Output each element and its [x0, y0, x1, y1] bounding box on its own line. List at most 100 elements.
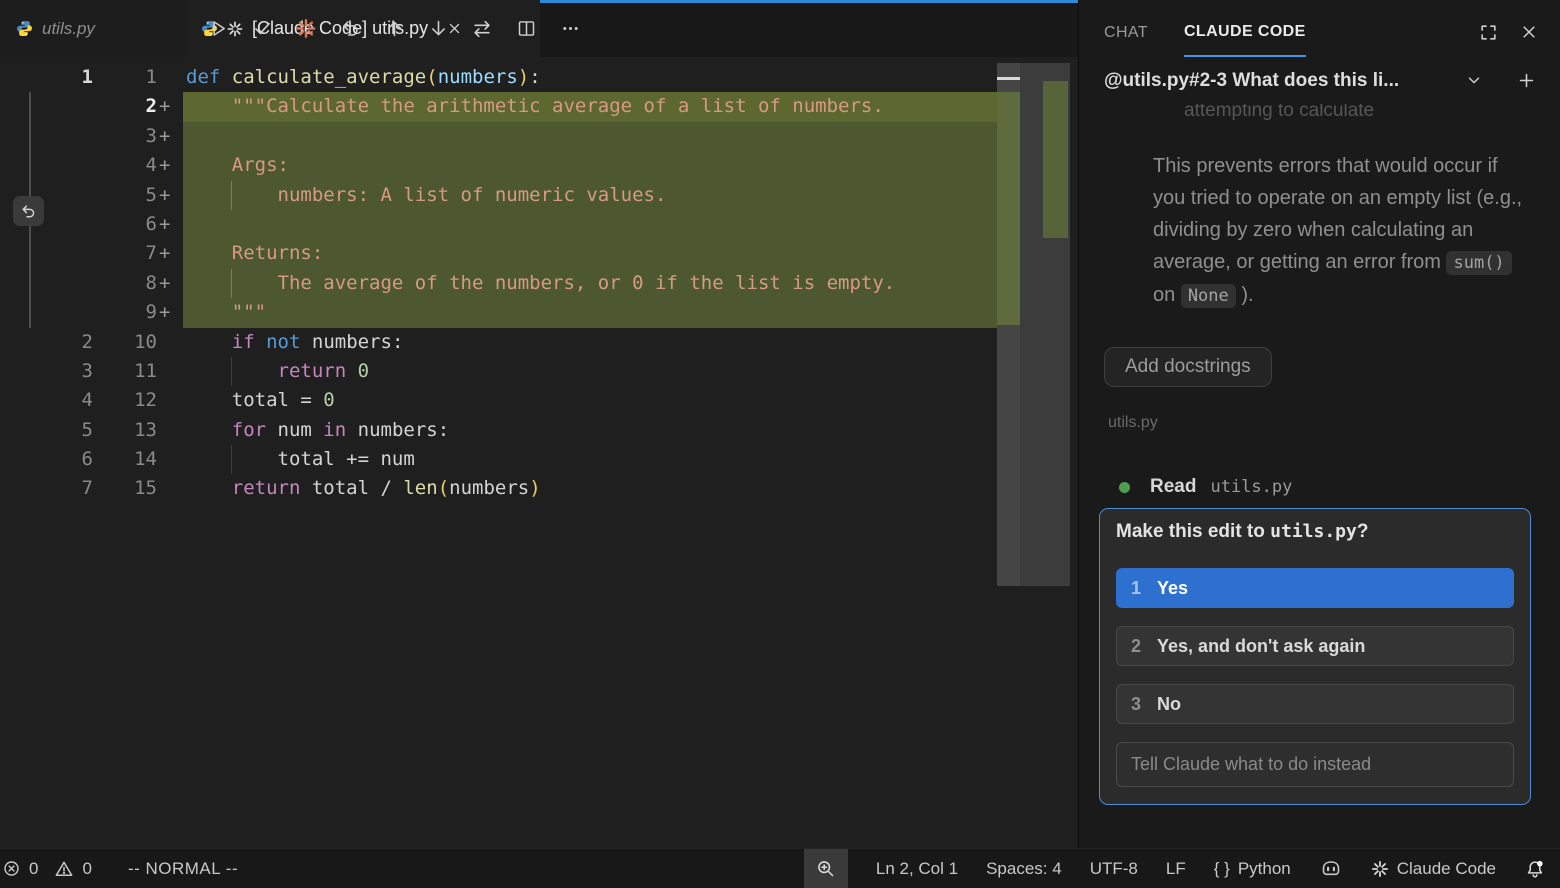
old-line-number: [0, 181, 93, 210]
indent-guide: [231, 181, 232, 210]
code-editor[interactable]: 11def calculate_average(numbers):2+ """C…: [0, 57, 1078, 848]
new-line-number: 10: [93, 328, 157, 357]
code-token: ): [518, 66, 529, 88]
new-line-number: 12: [93, 386, 157, 415]
old-line-number: [0, 298, 93, 327]
cursor-position[interactable]: Ln 2, Col 1: [876, 859, 958, 879]
problems-indicator[interactable]: 0 0: [2, 859, 92, 879]
arrow-down-button[interactable]: [427, 18, 449, 40]
code-token: return: [232, 477, 301, 499]
code-line[interactable]: 8+ The average of the numbers, or 0 if t…: [0, 269, 997, 298]
code-line[interactable]: 210 if not numbers:: [0, 328, 997, 357]
editor-actions: [207, 0, 581, 57]
language-mode[interactable]: { } Python: [1214, 859, 1291, 879]
code-line[interactable]: 11def calculate_average(numbers):: [0, 63, 997, 92]
old-line-number: 4: [0, 386, 93, 415]
diff-added-marker: [157, 474, 183, 503]
code-token: def: [186, 66, 220, 88]
conversation-selector[interactable]: @utils.py#2-3 What does this li...: [1079, 57, 1560, 104]
diff-added-marker: +: [157, 122, 183, 151]
code-text: Returns:: [183, 239, 997, 268]
diff-added-marker: [157, 416, 183, 445]
diff-added-marker: [157, 357, 183, 386]
dialog-option-2[interactable]: 2Yes, and don't ask again: [1116, 626, 1514, 666]
tell-claude-input[interactable]: [1116, 742, 1514, 787]
run-button[interactable]: [207, 18, 229, 40]
code-line[interactable]: 4+ Args:: [0, 151, 997, 180]
diff-added-marker: +: [157, 92, 183, 121]
vscode-window: utils.py [Claude Code] utils.py: [0, 0, 1560, 888]
undo-button[interactable]: [339, 18, 361, 40]
code-line[interactable]: 5+ numbers: A list of numeric values.: [0, 181, 997, 210]
diff-added-marker: [157, 328, 183, 357]
tab-chat[interactable]: CHAT: [1104, 8, 1148, 57]
dialog-title: Make this edit to utils.py?: [1116, 521, 1514, 543]
code-text: return 0: [183, 357, 997, 386]
tab-label: utils.py: [42, 19, 95, 39]
code-line[interactable]: 412 total = 0: [0, 386, 997, 415]
chevron-down-icon[interactable]: [1465, 71, 1483, 90]
dialog-option-1[interactable]: 1Yes: [1116, 568, 1514, 608]
old-line-number: 7: [0, 474, 93, 503]
diff-added-marker: +: [157, 181, 183, 210]
indent-guide: [231, 445, 232, 474]
indent-guide: [231, 357, 232, 386]
fullscreen-icon[interactable]: [1479, 23, 1498, 42]
code-token: numbers: [449, 477, 529, 499]
old-line-number: 1: [0, 63, 93, 92]
old-line-number: [0, 269, 93, 298]
code-line[interactable]: 311 return 0: [0, 357, 997, 386]
new-line-number: 4: [93, 151, 157, 180]
code-token: [186, 477, 232, 499]
tab-claude-code[interactable]: CLAUDE CODE: [1184, 8, 1306, 57]
check-button[interactable]: [251, 18, 273, 40]
swap-button[interactable]: [471, 18, 493, 40]
zoom-status-button[interactable]: [804, 849, 848, 888]
code-token: """Calculate the arithmetic average of a…: [186, 95, 884, 117]
old-line-number: [0, 239, 93, 268]
code-line[interactable]: 715 return total / len(numbers): [0, 474, 997, 503]
new-line-number: 13: [93, 416, 157, 445]
new-line-number: 5: [93, 181, 157, 210]
status-bar: 0 0 -- NORMAL -- Ln 2, Col 1 Spaces: 4 U…: [0, 848, 1560, 888]
code-line[interactable]: 6+: [0, 210, 997, 239]
code-line[interactable]: 7+ Returns:: [0, 239, 997, 268]
notifications-bell-icon[interactable]: [1524, 858, 1546, 880]
tool-use-read-row[interactable]: Read utils.py: [1119, 476, 1292, 498]
error-count: 0: [29, 859, 38, 879]
tab-utils-py[interactable]: utils.py: [0, 0, 185, 57]
arrow-up-button[interactable]: [383, 18, 405, 40]
code-text: The average of the numbers, or 0 if the …: [183, 269, 997, 298]
overview-ruler-added-region: [997, 92, 1020, 325]
copilot-status-icon[interactable]: [1319, 857, 1343, 881]
diff-added-marker: +: [157, 239, 183, 268]
diff-added-marker: +: [157, 298, 183, 327]
indent-guide: [231, 269, 232, 298]
code-line[interactable]: 513 for num in numbers:: [0, 416, 997, 445]
code-token: numbers: A list of numeric values.: [186, 184, 666, 206]
encoding-setting[interactable]: UTF-8: [1090, 859, 1138, 879]
inline-code: sum(): [1446, 251, 1511, 275]
claude-code-panel: CHAT CLAUDE CODE @utils.py#2-3 What does…: [1078, 0, 1560, 848]
code-text: for num in numbers:: [183, 416, 997, 445]
claude-code-button[interactable]: [295, 18, 317, 40]
new-conversation-icon[interactable]: [1517, 71, 1536, 90]
old-line-number: 3: [0, 357, 93, 386]
code-line[interactable]: 9+ """: [0, 298, 997, 327]
dialog-option-3[interactable]: 3 No: [1116, 684, 1514, 724]
claude-code-status[interactable]: Claude Code: [1371, 859, 1496, 879]
code-text: if not numbers:: [183, 328, 997, 357]
option-number: 3: [1131, 694, 1141, 715]
add-docstrings-chip[interactable]: Add docstrings: [1104, 347, 1272, 387]
old-line-number: 6: [0, 445, 93, 474]
split-editor-button[interactable]: [515, 18, 537, 40]
code-line[interactable]: 2+ """Calculate the arithmetic average o…: [0, 92, 997, 121]
option-label: No: [1157, 694, 1181, 715]
close-panel-icon[interactable]: [1520, 23, 1538, 42]
code-line[interactable]: 3+: [0, 122, 997, 151]
eol-setting[interactable]: LF: [1166, 859, 1186, 879]
tool-file: utils.py: [1210, 477, 1292, 497]
code-line[interactable]: 614 total += num: [0, 445, 997, 474]
more-actions-button[interactable]: [559, 18, 581, 40]
indentation-setting[interactable]: Spaces: 4: [986, 859, 1062, 879]
